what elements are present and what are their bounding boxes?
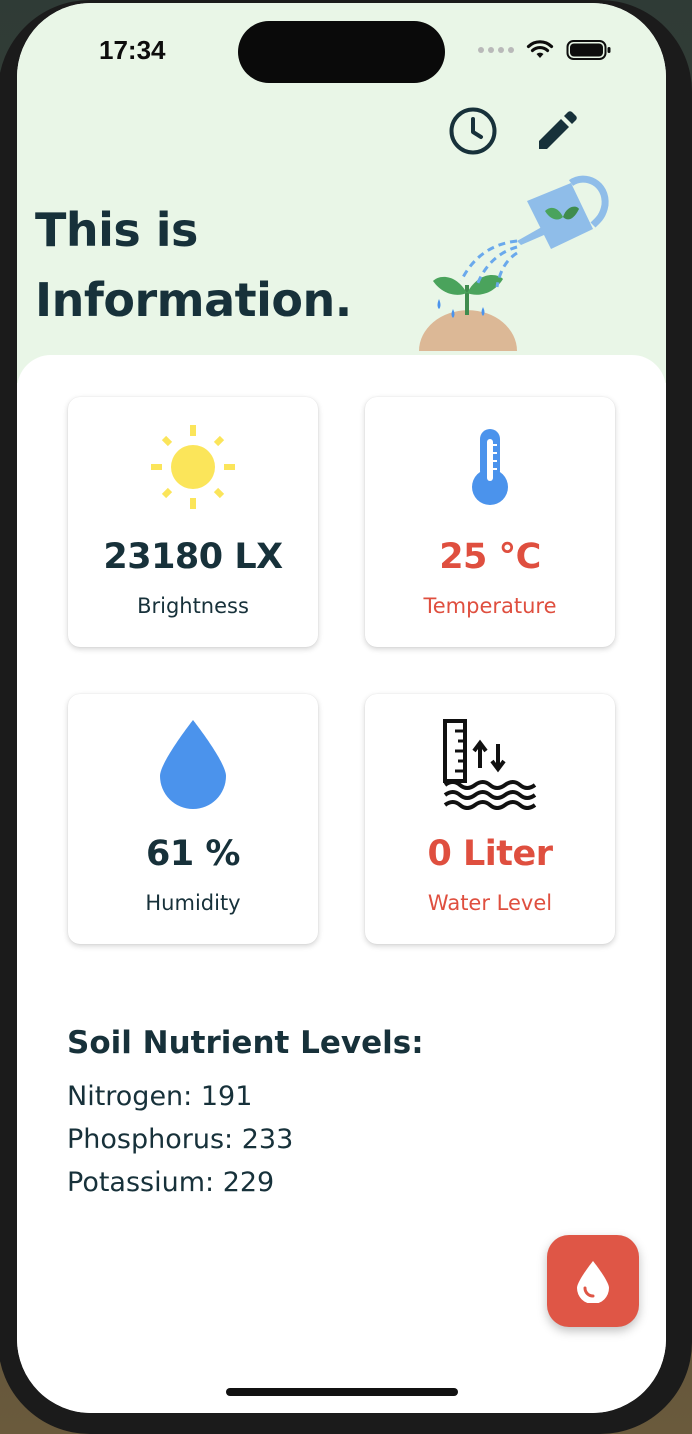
status-time: 17:34: [99, 35, 166, 65]
water-drop-icon: [577, 1261, 609, 1303]
edit-button[interactable]: [529, 103, 585, 159]
temperature-value: 25 °C: [439, 537, 541, 577]
battery-icon: [566, 40, 611, 60]
wifi-icon: [526, 40, 554, 58]
edit-pencil-icon: [539, 111, 577, 149]
water-level-value: 0 Liter: [427, 834, 553, 874]
thermometer-icon: [472, 429, 508, 505]
water-pump-button[interactable]: [547, 1235, 639, 1327]
status-icons: [478, 39, 612, 61]
soil-nitrogen: Nitrogen: 191: [67, 1081, 253, 1112]
humidity-card[interactable]: 61 % Humidity: [68, 694, 318, 944]
brightness-value: 23180 LX: [103, 537, 283, 577]
water-level-label: Water Level: [427, 891, 553, 915]
signal-dots-icon: [478, 47, 514, 53]
watering-can-seedling-illustration: [419, 175, 609, 351]
temperature-label: Temperature: [423, 594, 557, 618]
humidity-label: Humidity: [145, 891, 241, 915]
page-title-line1: This is: [35, 203, 198, 257]
home-indicator[interactable]: [226, 1388, 458, 1396]
brightness-card[interactable]: 23180 LX Brightness: [68, 397, 318, 647]
app-screen: 17:34 This is Information. 23180 LX Brig…: [17, 3, 666, 1413]
dynamic-island: [238, 21, 445, 83]
history-clock-icon: [449, 107, 497, 155]
humidity-value: 61 %: [146, 834, 240, 874]
water-drop-icon: [160, 720, 226, 809]
soil-nutrient-title: Soil Nutrient Levels:: [67, 1025, 424, 1061]
page-title-line2: Information.: [35, 273, 352, 327]
water-level-icon: [443, 719, 537, 810]
history-button[interactable]: [445, 103, 501, 159]
soil-phosphorus: Phosphorus: 233: [67, 1124, 294, 1155]
water-level-card[interactable]: 0 Liter Water Level: [365, 694, 615, 944]
brightness-label: Brightness: [137, 594, 249, 618]
soil-potassium: Potassium: 229: [67, 1167, 275, 1198]
sun-icon: [151, 425, 235, 509]
temperature-card[interactable]: 25 °C Temperature: [365, 397, 615, 647]
